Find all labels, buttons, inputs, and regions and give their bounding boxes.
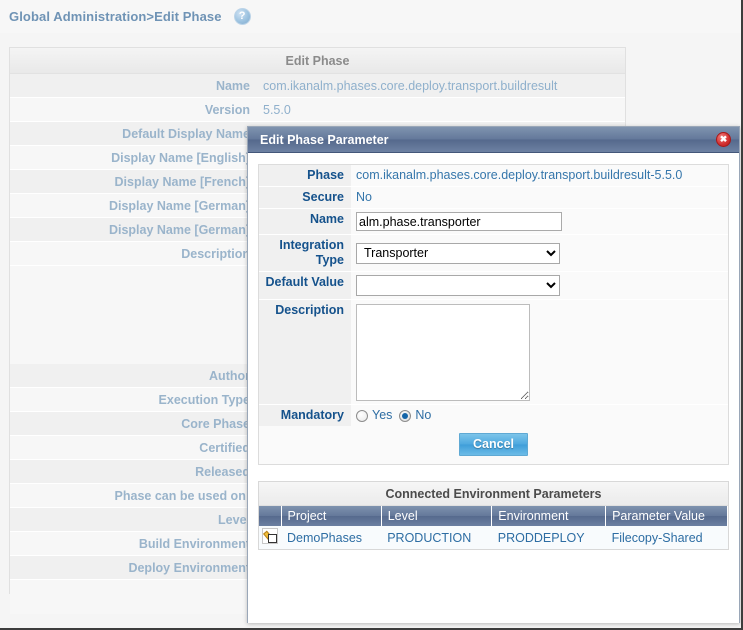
cell-project: DemoPhases	[281, 526, 382, 549]
label-phase: Phase	[259, 165, 351, 186]
label-secure: Secure	[259, 187, 351, 208]
integration-type-select[interactable]: Transporter	[356, 242, 560, 264]
panel-label-display-name-german-2: Display Name [German]	[108, 222, 250, 237]
cell-environment: PRODDEPLOY	[491, 526, 606, 549]
close-icon[interactable]: ✖	[716, 132, 731, 147]
field-description	[351, 300, 728, 404]
th-parameter-value[interactable]: Parameter Value	[605, 506, 728, 526]
panel-label-author: Author	[209, 368, 250, 383]
panel-row-name: Name com.ikanalm.phases.core.deploy.tran…	[10, 74, 625, 98]
panel-value-name: com.ikanalm.phases.core.deploy.transport…	[263, 78, 558, 93]
panel-label-display-name-english: Display Name [English]	[111, 150, 250, 165]
panel-label-level: Level	[218, 512, 250, 527]
connected-environment-parameters-card: Connected Environment Parameters Project…	[258, 481, 729, 550]
label-description: Description	[259, 300, 351, 404]
panel-label-build-environment: Build Environment	[138, 536, 250, 551]
form-row-description: Description	[259, 299, 728, 404]
dialog-titlebar[interactable]: Edit Phase Parameter ✖	[248, 127, 739, 153]
default-value-select[interactable]	[356, 275, 560, 296]
edit-pencil-icon[interactable]	[262, 528, 278, 544]
value-phase: com.ikanalm.phases.core.deploy.transport…	[351, 165, 728, 186]
breadcrumb-bar: Global Administration>Edit Phase ?	[0, 0, 741, 33]
label-mandatory: Mandatory	[259, 405, 351, 426]
cell-parameter-value: Filecopy-Shared	[605, 526, 728, 549]
mandatory-no-label: No	[415, 408, 432, 422]
label-default-value: Default Value	[259, 272, 351, 299]
mandatory-no-option[interactable]: No	[399, 408, 431, 423]
th-project[interactable]: Project	[281, 506, 382, 526]
form-row-phase: Phase com.ikanalm.phases.core.deploy.tra…	[259, 165, 728, 186]
connected-parameters-table: Project Level Environment Parameter Valu…	[259, 506, 728, 549]
th-environment[interactable]: Environment	[491, 506, 607, 526]
mandatory-radio-group: Yes No	[356, 408, 431, 423]
edit-phase-panel-title: Edit Phase	[10, 48, 625, 74]
form-row-secure: Secure No	[259, 186, 728, 208]
panel-label-display-name-german-1: Display Name [German]	[108, 198, 250, 213]
panel-label-execution-type: Execution Type	[158, 392, 250, 407]
table-header-row: Project Level Environment Parameter Valu…	[259, 506, 728, 526]
panel-label-certified: Certified	[199, 440, 250, 455]
connected-table-title: Connected Environment Parameters	[259, 482, 728, 506]
parameter-form: Phase com.ikanalm.phases.core.deploy.tra…	[258, 164, 729, 465]
mandatory-yes-option[interactable]: Yes	[356, 408, 392, 423]
panel-value-version: 5.5.0	[263, 102, 291, 117]
mandatory-yes-label: Yes	[372, 408, 393, 422]
panel-label-core-phase: Core Phase	[181, 416, 250, 431]
panel-label-deploy-environment: Deploy Environment	[128, 560, 250, 575]
help-icon[interactable]: ?	[233, 8, 251, 25]
field-mandatory: Yes No	[351, 405, 728, 426]
breadcrumb[interactable]: Global Administration>Edit Phase	[9, 9, 222, 24]
dialog-button-row: Cancel	[259, 426, 728, 464]
name-input[interactable]	[356, 212, 562, 231]
panel-label-name: Name	[215, 78, 250, 93]
th-level[interactable]: Level	[381, 506, 493, 526]
app-root: Global Administration>Edit Phase ? Edit …	[0, 0, 743, 630]
cell-level: PRODUCTION	[381, 526, 492, 549]
cancel-button[interactable]: Cancel	[459, 433, 528, 456]
field-integration-type: Transporter	[351, 235, 728, 271]
cell-actions	[259, 526, 281, 549]
field-default-value	[351, 272, 728, 299]
form-row-integration-type: Integration Type Transporter	[259, 234, 728, 271]
form-row-default-value: Default Value	[259, 271, 728, 299]
panel-label-released: Released	[195, 464, 250, 479]
form-row-name: Name	[259, 208, 728, 234]
table-row[interactable]: DemoPhases PRODUCTION PRODDEPLOY Filecop…	[259, 526, 728, 549]
value-secure: No	[351, 187, 728, 208]
dialog-bottom-space	[258, 550, 729, 574]
panel-label-display-name-french: Display Name [French]	[114, 174, 250, 189]
panel-row-version: Version 5.5.0	[10, 98, 625, 122]
th-actions	[259, 506, 282, 526]
edit-phase-parameter-dialog: Edit Phase Parameter ✖ Phase com.ikanalm…	[247, 126, 740, 623]
description-textarea[interactable]	[356, 304, 530, 401]
label-name: Name	[259, 209, 351, 234]
radio-unchecked-icon[interactable]	[356, 409, 368, 422]
panel-label-description: Description	[181, 246, 250, 261]
panel-label-version: Version	[204, 102, 250, 117]
panel-label-phase-can-be-used-on: Phase can be used on:	[114, 488, 250, 503]
dialog-title: Edit Phase Parameter	[260, 132, 389, 147]
radio-checked-icon[interactable]	[399, 409, 412, 422]
dialog-body: Phase com.ikanalm.phases.core.deploy.tra…	[248, 153, 739, 623]
panel-label-default-display-name: Default Display Name	[122, 126, 250, 141]
label-integration-type: Integration Type	[259, 235, 351, 271]
form-row-mandatory: Mandatory Yes No	[259, 404, 728, 426]
field-name	[351, 209, 728, 234]
